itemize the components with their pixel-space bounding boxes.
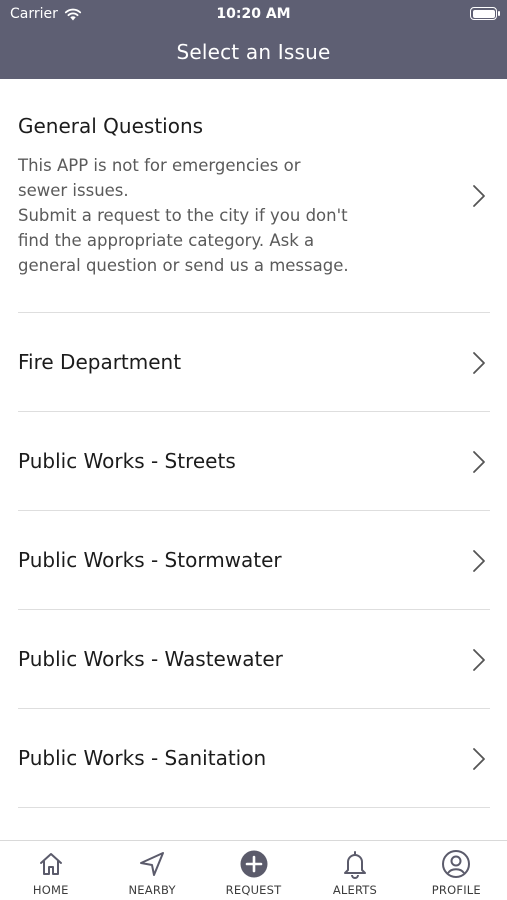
chevron-right-icon <box>473 748 485 770</box>
tab-label: HOME <box>32 883 69 897</box>
home-icon <box>39 853 62 875</box>
issue-item-public-works-wastewater[interactable]: Public Works - Wastewater <box>18 610 490 709</box>
issue-item-public-works-sanitation[interactable]: Public Works - Sanitation <box>18 709 490 808</box>
tab-request[interactable]: REQUEST <box>203 841 304 900</box>
issue-title: Public Works - Streets <box>18 449 236 473</box>
issue-title: Public Works - Stormwater <box>18 548 282 572</box>
location-arrow-icon <box>140 852 165 876</box>
chevron-right-icon <box>473 352 485 374</box>
issue-item-public-works-stormwater[interactable]: Public Works - Stormwater <box>18 511 490 610</box>
issue-title: General Questions <box>18 114 204 138</box>
chevron-right-icon <box>473 649 485 671</box>
status-bar: Carrier 10:20 AM <box>0 0 507 30</box>
tab-label: PROFILE <box>431 883 481 897</box>
status-time: 10:20 AM <box>216 6 291 22</box>
issue-title: Public Works - Sanitation <box>18 746 267 770</box>
tab-label: REQUEST <box>225 883 282 897</box>
battery-icon <box>470 7 500 20</box>
nav-header: Carrier 10:20 AM Select an Issue <box>0 0 507 79</box>
tab-label: NEARBY <box>128 883 176 897</box>
issue-list: General Questions This APP is not for em… <box>0 79 507 841</box>
issue-item-fire-department[interactable]: Fire Department <box>18 313 490 412</box>
plus-circle-icon <box>240 850 268 878</box>
issue-title: Fire Department <box>18 350 182 374</box>
tab-label: ALERTS <box>332 883 378 897</box>
page-title: Select an Issue <box>176 40 331 64</box>
chevron-right-icon <box>473 451 485 473</box>
issue-item-public-works-streets[interactable]: Public Works - Streets <box>18 412 490 511</box>
tab-alerts[interactable]: ALERTS <box>304 841 405 900</box>
chevron-right-icon <box>473 550 485 572</box>
tab-home[interactable]: HOME <box>0 841 101 900</box>
tab-nearby[interactable]: NEARBY <box>101 841 202 900</box>
issue-item-general-questions[interactable]: General Questions This APP is not for em… <box>18 79 490 313</box>
bell-icon <box>343 851 366 879</box>
issue-description: This APP is not for emergencies or sewer… <box>18 156 349 275</box>
issue-title: Public Works - Wastewater <box>18 647 283 671</box>
chevron-right-icon <box>473 185 485 207</box>
tab-profile[interactable]: PROFILE <box>406 841 507 900</box>
user-circle-icon <box>442 850 471 878</box>
tab-bar: HOME NEARBY REQUEST ALERTS PROFILE <box>0 840 507 900</box>
